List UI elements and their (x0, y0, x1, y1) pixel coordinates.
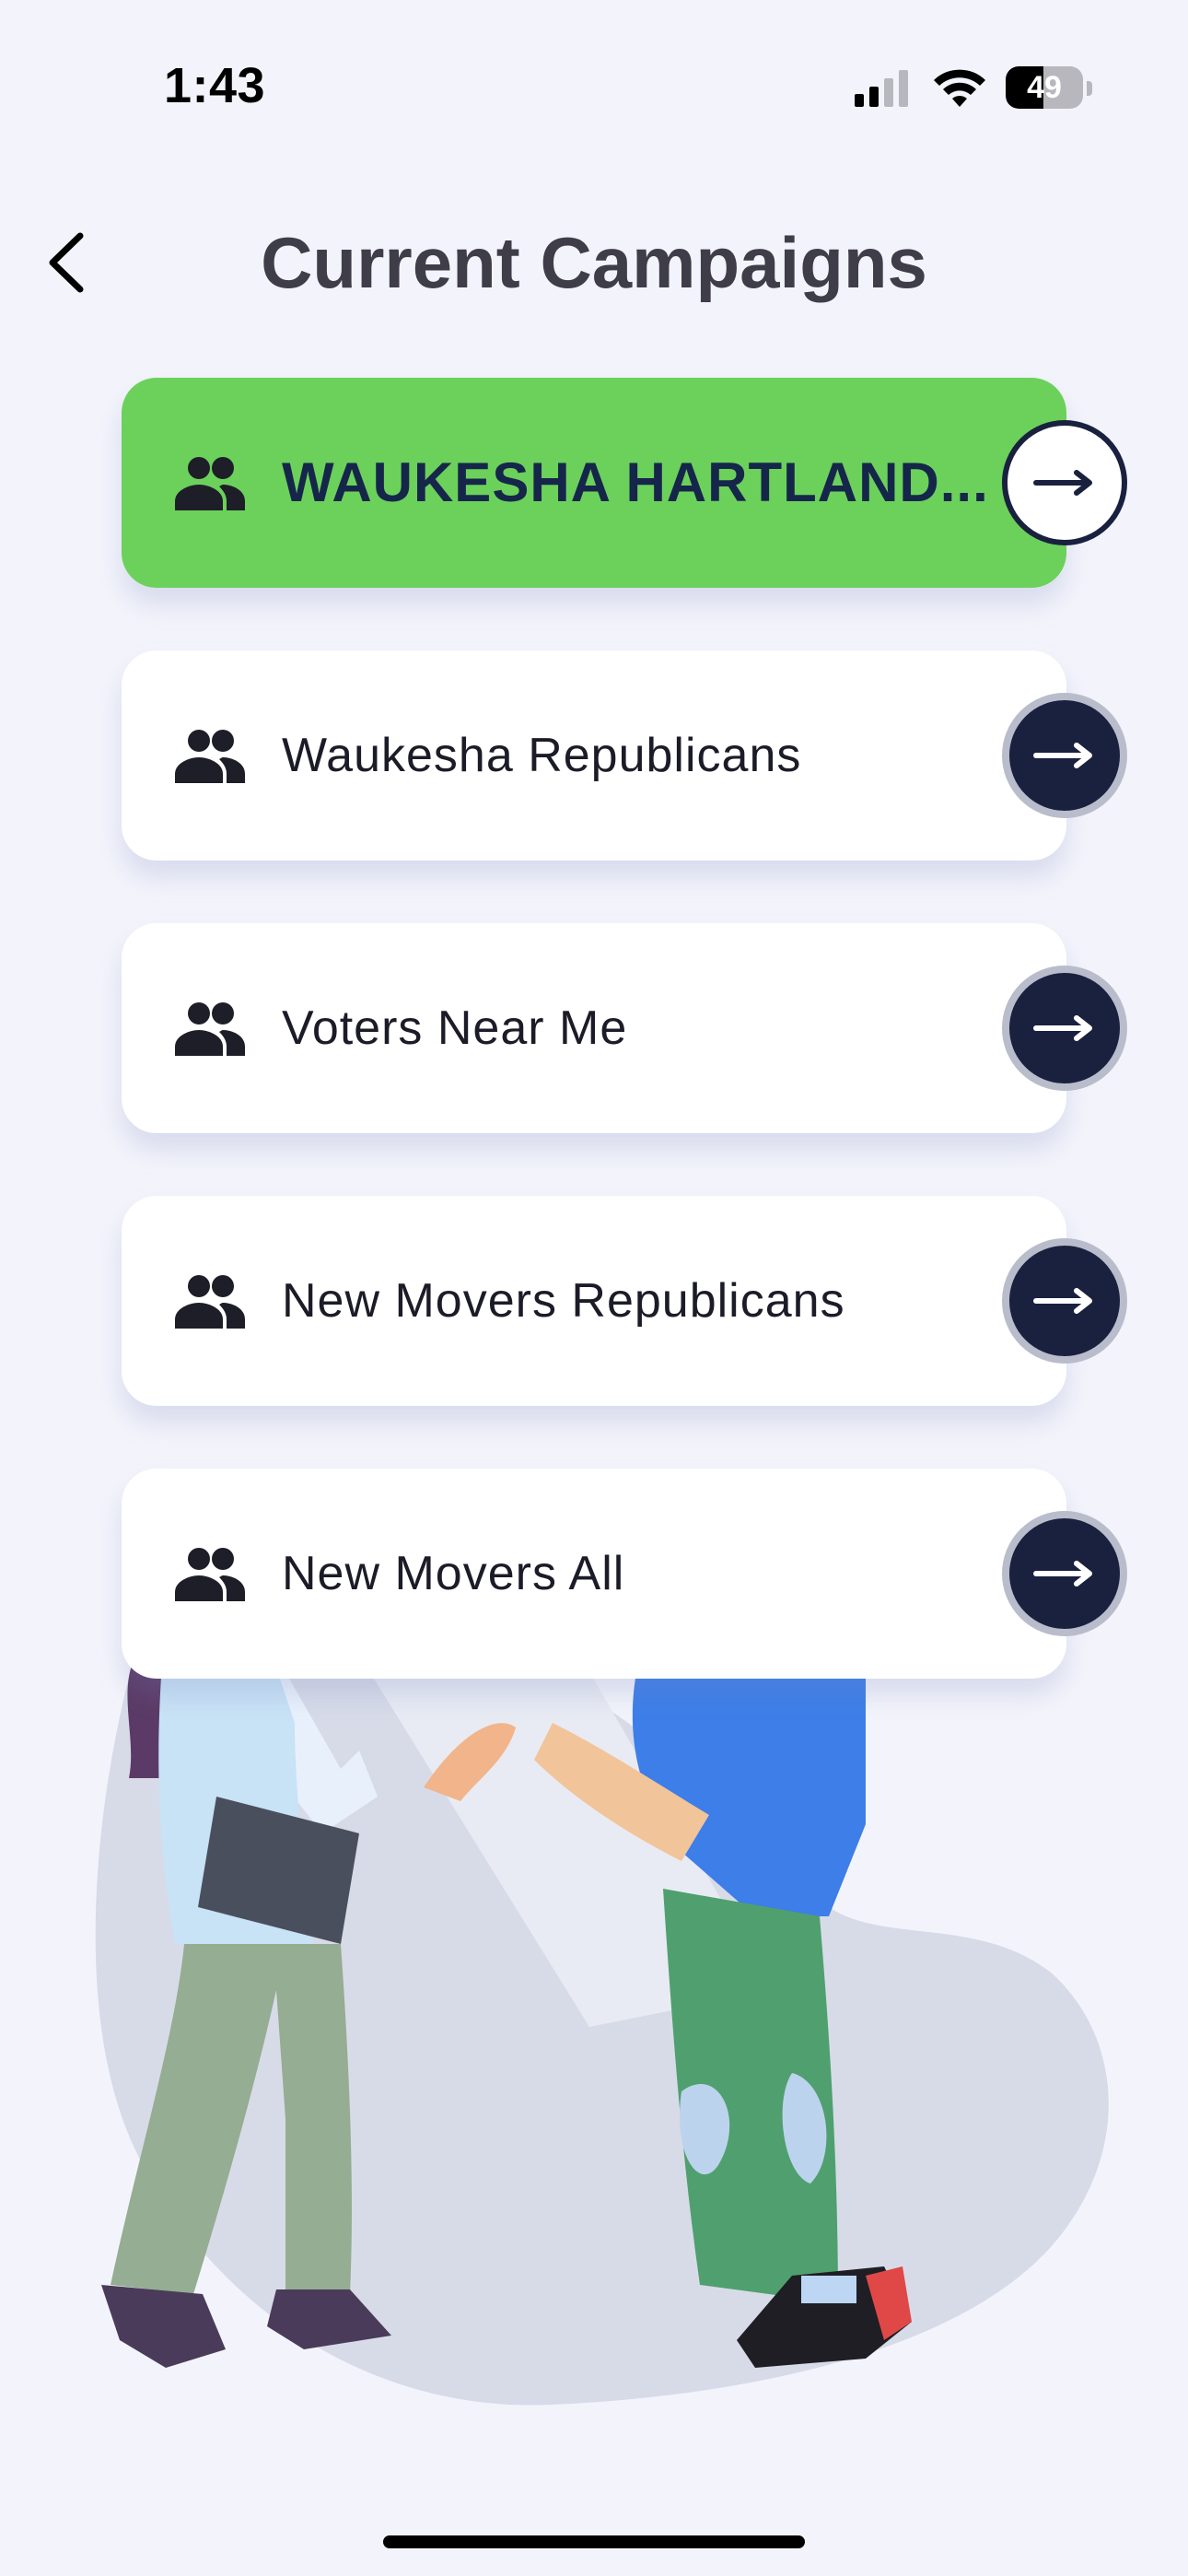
open-campaign-button[interactable] (1002, 693, 1127, 818)
campaign-card-3[interactable]: Voters Near Me (122, 923, 1127, 1133)
campaign-card-1[interactable]: WAUKESHA HARTLAND... (122, 378, 1127, 588)
group-icon (175, 1002, 245, 1056)
arrow-right-icon (1033, 1015, 1092, 1041)
open-campaign-button[interactable] (1002, 1238, 1127, 1364)
campaign-card-2[interactable]: Waukesha Republicans (122, 650, 1127, 861)
campaign-card-5[interactable]: New Movers All (122, 1469, 1127, 1679)
campaign-card-4[interactable]: New Movers Republicans (122, 1196, 1127, 1406)
arrow-right-icon (1033, 1288, 1092, 1314)
home-indicator[interactable] (383, 2535, 805, 2548)
open-campaign-button[interactable] (1002, 420, 1127, 545)
group-icon (175, 457, 245, 510)
group-icon (175, 730, 245, 783)
arrow-right-icon (1033, 743, 1092, 768)
open-campaign-button[interactable] (1002, 1511, 1127, 1636)
arrow-right-icon (1033, 1561, 1092, 1587)
campaign-list: WAUKESHA HARTLAND... Waukesha Republican… (0, 0, 1188, 2576)
group-icon (175, 1275, 245, 1329)
arrow-right-icon (1033, 470, 1092, 496)
open-campaign-button[interactable] (1002, 966, 1127, 1091)
group-icon (175, 1548, 245, 1601)
